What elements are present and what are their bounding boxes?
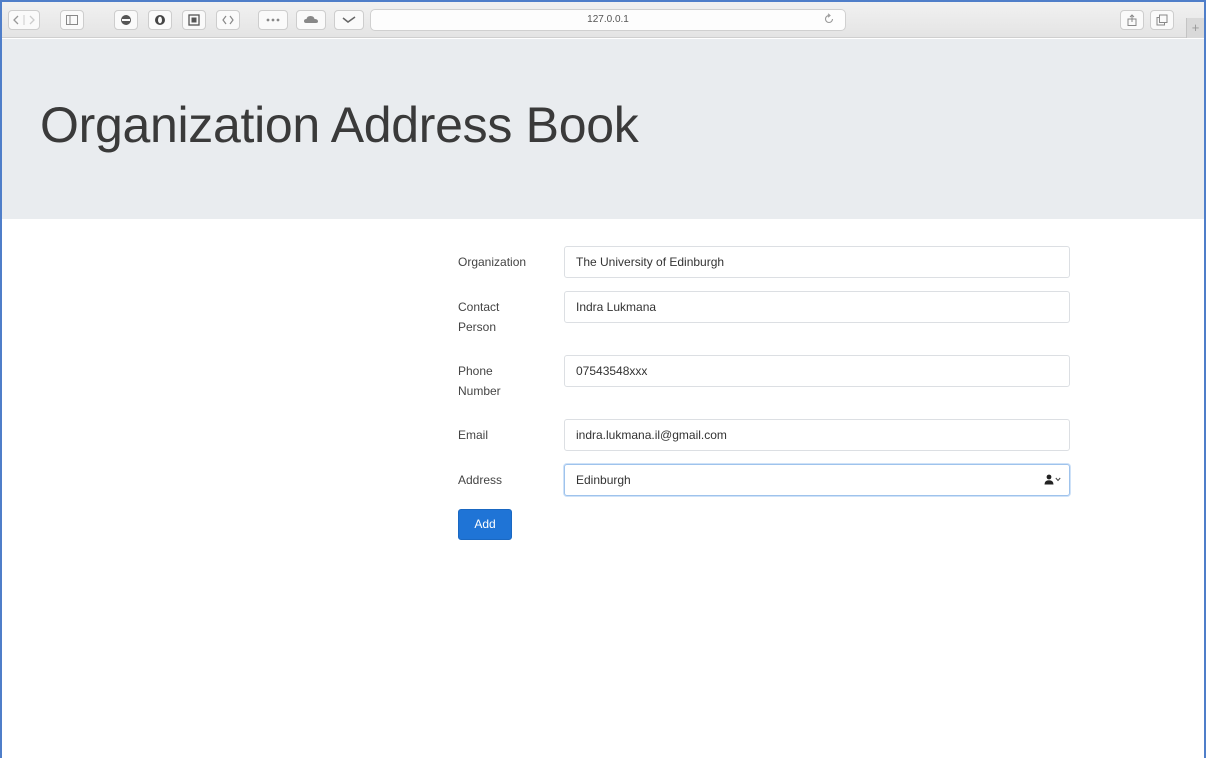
phone-number-label: Phone Number: [458, 361, 501, 401]
phone-number-row: Phone Number 07543548xxx: [458, 355, 1070, 401]
phone-number-label-line2: Number: [458, 384, 501, 398]
address-bar[interactable]: 127.0.0.1: [370, 9, 846, 31]
organization-row: Organization The University of Edinburgh: [458, 246, 1070, 278]
contact-person-row: Contact Person Indra Lukmana: [458, 291, 1070, 337]
extension-button-4[interactable]: [216, 10, 240, 30]
contact-person-label-line1: Contact: [458, 300, 500, 314]
more-icon: [266, 18, 280, 22]
organization-input[interactable]: The University of Edinburgh: [564, 246, 1070, 278]
extension-button-3[interactable]: [182, 10, 206, 30]
address-input[interactable]: Edinburgh: [564, 464, 1070, 496]
code-icon: [222, 15, 234, 25]
share-icon: [1127, 14, 1137, 26]
url-text: 127.0.0.1: [587, 14, 629, 25]
email-input[interactable]: indra.lukmana.il@gmail.com: [564, 419, 1070, 451]
page-title: Organization Address Book: [40, 97, 639, 153]
browser-toolbar: 127.0.0.1 +: [2, 2, 1204, 38]
opera-icon: [155, 15, 165, 25]
header-jumbotron: Organization Address Book: [2, 39, 1204, 219]
cloud-icon: [304, 16, 318, 23]
address-row: Address Edinburgh: [458, 464, 1070, 496]
reload-icon: [824, 13, 834, 24]
share-button[interactable]: [1120, 10, 1144, 30]
arrow-icon: [342, 16, 356, 23]
contact-card-icon: [1044, 474, 1054, 485]
block-icon: [121, 15, 131, 25]
chevron-down-icon: [1055, 477, 1061, 482]
contact-person-label: Contact Person: [458, 297, 499, 337]
contact-person-label-line2: Person: [458, 320, 497, 334]
phone-number-label-line1: Phone: [458, 364, 493, 378]
add-button[interactable]: Add: [458, 509, 512, 540]
back-forward-buttons[interactable]: [8, 10, 40, 30]
plus-icon: +: [1191, 20, 1200, 35]
organization-label: Organization: [458, 255, 527, 269]
address-label: Address: [458, 473, 503, 487]
sidebar-toggle-button[interactable]: [60, 10, 84, 30]
back-forward-icon: [13, 15, 35, 25]
new-tab-button[interactable]: +: [1186, 18, 1204, 38]
tabs-button[interactable]: [1150, 10, 1174, 30]
sidebar-icon: [66, 15, 78, 25]
address-value: Edinburgh: [576, 473, 631, 487]
phone-number-input[interactable]: 07543548xxx: [564, 355, 1070, 387]
screenshot-icon: [188, 14, 200, 26]
contact-person-input[interactable]: Indra Lukmana: [564, 291, 1070, 323]
extension-button-2[interactable]: [148, 10, 172, 30]
email-label: Email: [458, 428, 489, 442]
autofill-contact-button[interactable]: [1044, 474, 1061, 485]
email-row: Email indra.lukmana.il@gmail.com: [458, 419, 1070, 451]
browser-window: 127.0.0.1 + Organization Address Book Or…: [0, 0, 1206, 758]
extension-button-1[interactable]: [114, 10, 138, 30]
extension-button-6[interactable]: [296, 10, 326, 30]
tabs-icon: [1156, 14, 1168, 26]
extension-button-7[interactable]: [334, 10, 364, 30]
extension-button-5[interactable]: [258, 10, 288, 30]
